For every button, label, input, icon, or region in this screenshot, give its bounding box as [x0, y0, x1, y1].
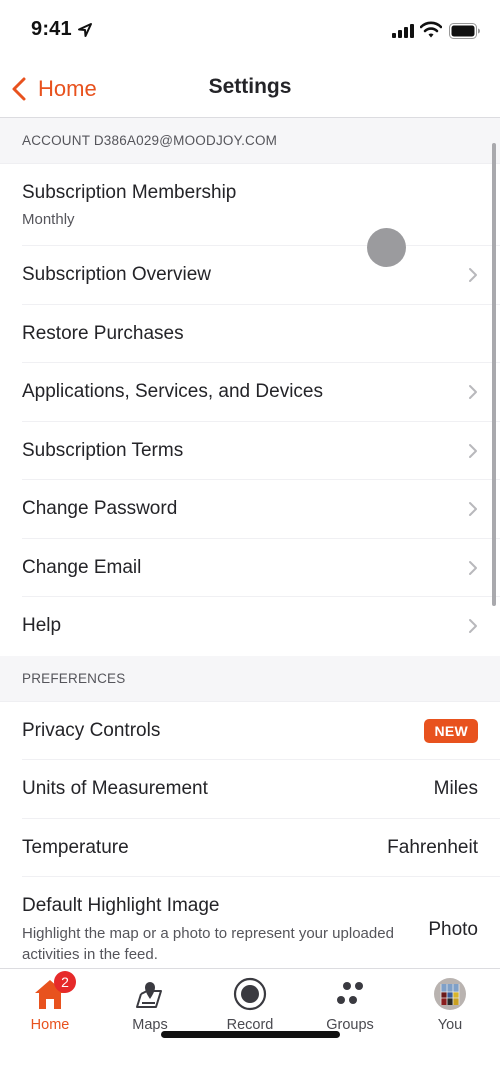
row-value: Fahrenheit: [387, 836, 478, 858]
row-label: Change Email: [22, 556, 142, 578]
navigation-bar: Home Settings: [0, 60, 500, 118]
row-label: Temperature: [22, 836, 129, 858]
row-value: Miles: [433, 778, 478, 800]
row-change-password[interactable]: Change Password: [0, 480, 500, 539]
page-title: Settings: [208, 75, 292, 98]
tab-label: You: [437, 1017, 463, 1033]
home-icon-wrap: 2: [33, 971, 76, 1011]
row-default-highlight-image[interactable]: Default Highlight Image Highlight the ma…: [0, 877, 500, 968]
tab-maps[interactable]: Maps: [100, 977, 200, 1037]
chevron-right-icon: [469, 443, 477, 458]
highlight-text: Default Highlight Image Highlight the ma…: [22, 895, 428, 965]
row-label: Privacy Controls: [22, 719, 161, 741]
row-subscription-terms[interactable]: Subscription Terms: [0, 421, 500, 480]
row-label: Subscription Membership: [22, 182, 237, 203]
chevron-right-icon: [469, 385, 477, 400]
tab-bar: 2 Home Maps Record Groups You: [0, 968, 500, 1080]
row-label: Applications, Services, and Devices: [22, 381, 323, 403]
scrollbar[interactable]: [492, 143, 496, 606]
row-subscription-overview[interactable]: Subscription Overview: [0, 246, 500, 305]
row-temperature[interactable]: Temperature Fahrenheit: [0, 818, 500, 877]
row-help[interactable]: Help: [0, 597, 500, 656]
cellular-signal-icon: [392, 24, 414, 38]
tab-record[interactable]: Record: [200, 977, 300, 1037]
row-label: Units of Measurement: [22, 778, 208, 800]
row-label: Help: [22, 615, 62, 637]
tab-label: Home: [30, 1017, 70, 1033]
row-applications-services-devices[interactable]: Applications, Services, and Devices: [0, 363, 500, 422]
tab-groups[interactable]: Groups: [300, 977, 400, 1037]
chevron-right-icon: [469, 560, 477, 575]
row-sublabel: Monthly: [22, 211, 75, 228]
tab-home[interactable]: 2 Home: [0, 971, 100, 1037]
preferences-section-header: PREFERENCES: [0, 655, 500, 702]
settings-list[interactable]: ACCOUNT D386A029@MOODJOY.COM Subscriptio…: [0, 118, 500, 968]
record-icon: [233, 977, 267, 1011]
row-change-email[interactable]: Change Email: [0, 538, 500, 597]
avatar-wrap: [433, 977, 467, 1011]
chevron-right-icon: [469, 268, 477, 283]
row-label: Subscription Terms: [22, 439, 184, 461]
row-units-of-measurement[interactable]: Units of Measurement Miles: [0, 760, 500, 819]
avatar: [434, 978, 466, 1010]
status-bar: 9:41: [0, 0, 500, 60]
location-arrow-icon: [78, 23, 92, 37]
battery-icon: [449, 23, 480, 39]
wifi-icon: [420, 21, 442, 38]
row-description: Highlight the map or a photo to represen…: [22, 925, 394, 963]
row-label: Change Password: [22, 498, 178, 520]
row-subscription-membership[interactable]: Subscription Membership Monthly: [0, 164, 500, 246]
chevron-right-icon: [469, 502, 477, 517]
home-indicator[interactable]: [161, 1031, 340, 1038]
chevron-right-icon: [469, 619, 477, 634]
row-restore-purchases[interactable]: Restore Purchases: [0, 304, 500, 363]
row-label: Restore Purchases: [22, 322, 184, 344]
notification-badge: 2: [54, 971, 76, 993]
row-label: Subscription Overview: [22, 264, 212, 286]
row-privacy-controls[interactable]: Privacy Controls NEW: [0, 701, 500, 760]
groups-icon: [337, 982, 363, 1004]
row-label: Default Highlight Image: [22, 895, 220, 916]
tab-you[interactable]: You: [400, 977, 500, 1037]
maps-icon: [136, 982, 162, 1008]
new-badge: NEW: [424, 718, 478, 743]
touch-indicator: [367, 228, 406, 267]
account-section-header: ACCOUNT D386A029@MOODJOY.COM: [0, 118, 500, 164]
status-time: 9:41: [31, 18, 72, 40]
row-value: Photo: [428, 919, 478, 940]
